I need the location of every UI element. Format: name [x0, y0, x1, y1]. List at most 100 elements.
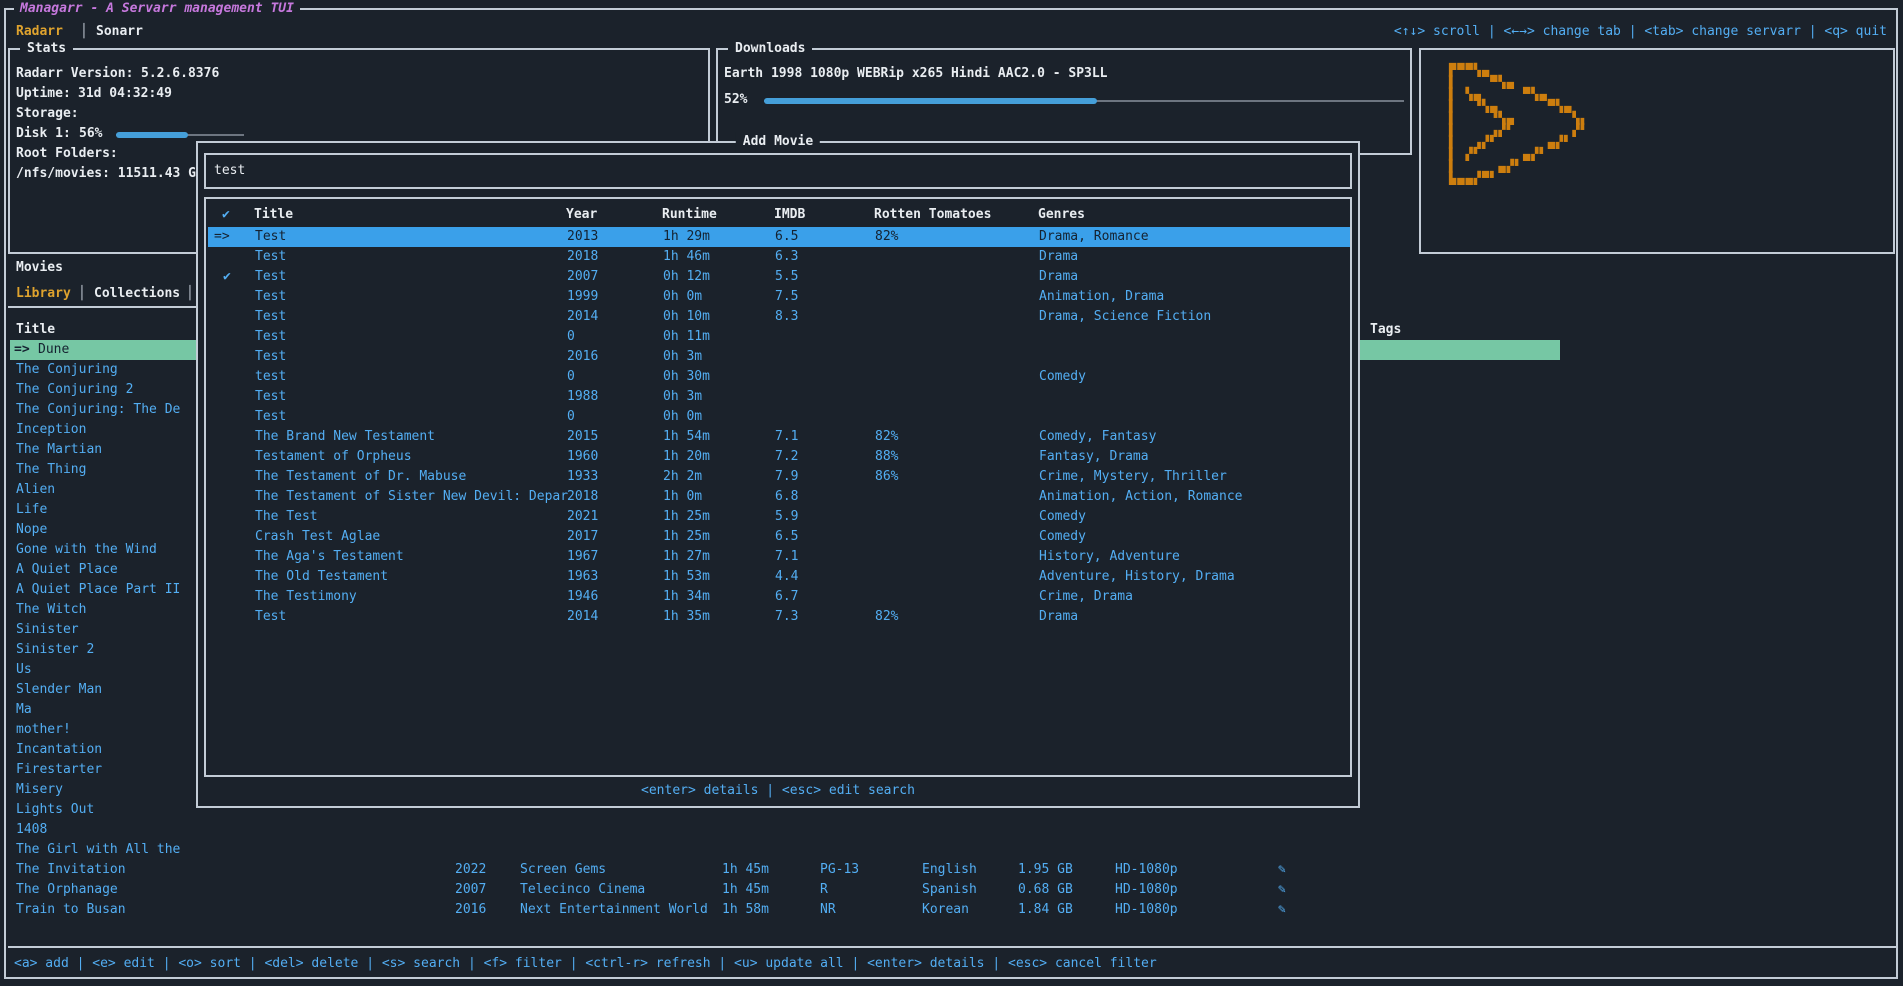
cell-imdb: 6.5 [775, 227, 798, 247]
cell-runtime: 1h 45m [722, 880, 769, 900]
result-row[interactable]: Test20181h 46m6.3Drama [208, 247, 1350, 267]
cell-rotten-tomatoes: 82% [875, 227, 898, 247]
cell-year: 2016 [567, 347, 598, 367]
result-row[interactable]: The Old Testament19631h 53m4.4Adventure,… [208, 567, 1350, 587]
result-row[interactable]: Crash Test Aglae20171h 25m6.5Comedy [208, 527, 1350, 547]
cell-genres: Fantasy, Drama [1039, 447, 1149, 467]
radarr-version-label: Radarr Version: [16, 64, 133, 84]
cell-title: Sinister [16, 620, 79, 640]
library-row[interactable]: Train to Busan2016Next Entertainment Wor… [10, 900, 1560, 920]
cell-genres: Animation, Action, Romance [1039, 487, 1243, 507]
cell-imdb: 6.3 [775, 247, 798, 267]
result-row[interactable]: ✔Test20070h 12m5.5Drama [208, 267, 1350, 287]
cell-title: Test [255, 267, 286, 287]
selection-marker: => [14, 340, 30, 360]
cell-size: 1.95 GB [1018, 860, 1073, 880]
result-row[interactable]: Test19990h 0m7.5Animation, Drama [208, 287, 1350, 307]
cell-year: 2018 [567, 487, 598, 507]
cell-certification: NR [820, 900, 836, 920]
cell-year: 2018 [567, 247, 598, 267]
column-header-tags: Tags [1370, 320, 1401, 340]
add-movie-modal-title: Add Movie [736, 132, 820, 152]
library-row[interactable]: 1408 [10, 820, 1560, 840]
cell-language: Korean [922, 900, 969, 920]
result-row[interactable]: Test20141h 35m7.382%Drama [208, 607, 1350, 627]
tab-separator: │ [186, 284, 194, 304]
tab-collections[interactable]: Collections [94, 284, 180, 304]
cell-imdb: 7.2 [775, 447, 798, 467]
selection-marker: => [214, 227, 230, 247]
cell-title: Nope [16, 520, 47, 540]
search-input-value: test [214, 161, 245, 181]
downloads-panel-title: Downloads [728, 39, 812, 59]
root-folders-label: Root Folders: [16, 144, 118, 164]
cell-genres: Drama, Romance [1039, 227, 1149, 247]
download-progress-gauge [764, 96, 1404, 105]
result-row[interactable]: Testament of Orpheus19601h 20m7.288%Fant… [208, 447, 1350, 467]
cell-runtime: 1h 53m [663, 567, 710, 587]
cell-certification: PG-13 [820, 860, 859, 880]
result-row[interactable]: test00h 30mComedy [208, 367, 1350, 387]
tab-library[interactable]: Library [16, 284, 71, 304]
tab-sonarr[interactable]: Sonarr [96, 22, 143, 42]
cell-genres: Adventure, History, Drama [1039, 567, 1235, 587]
gauge-fill [764, 98, 1097, 104]
cell-title: test [255, 367, 286, 387]
cell-year: 1933 [567, 467, 598, 487]
cell-year: 2017 [567, 527, 598, 547]
cell-title: The Invitation [16, 860, 126, 880]
cell-quality: HD-1080p [1115, 900, 1178, 920]
cell-year: 1946 [567, 587, 598, 607]
cell-title: Test [255, 607, 286, 627]
cell-runtime: 0h 0m [663, 407, 702, 427]
app-title: Managarr - A Servarr management TUI [14, 0, 300, 18]
cell-imdb: 7.1 [775, 427, 798, 447]
result-row[interactable]: The Testament of Dr. Mabuse19332h 2m7.98… [208, 467, 1350, 487]
movie-search-input[interactable]: test [204, 153, 1352, 189]
cell-runtime: 1h 29m [663, 227, 710, 247]
column-header-check: ✔ [222, 205, 230, 225]
result-row[interactable]: Test00h 11m [208, 327, 1350, 347]
movies-panel-title: Movies [16, 258, 63, 278]
column-header-year: Year [566, 205, 597, 225]
cell-year: 0 [567, 367, 575, 387]
result-row[interactable]: =>Test20131h 29m6.582%Drama, Romance [208, 227, 1350, 247]
result-row[interactable]: The Test20211h 25m5.9Comedy [208, 507, 1350, 527]
cell-year: 2007 [567, 267, 598, 287]
result-row[interactable]: The Brand New Testament20151h 54m7.182%C… [208, 427, 1350, 447]
cell-year: 2015 [567, 427, 598, 447]
cell-genres: Drama [1039, 607, 1078, 627]
result-row[interactable]: Test 0 0h 0m [208, 407, 1350, 427]
cell-title: Test [255, 247, 286, 267]
cell-title: Train to Busan [16, 900, 126, 920]
result-row[interactable]: The Testimony19461h 34m6.7Crime, Drama [208, 587, 1350, 607]
library-row[interactable]: The Orphanage2007Telecinco Cinema1h 45mR… [10, 880, 1560, 900]
cell-title: Slender Man [16, 680, 102, 700]
cell-title: Gone with the Wind [16, 540, 157, 560]
cell-imdb: 8.3 [775, 307, 798, 327]
cell-genres: Comedy [1039, 527, 1086, 547]
cell-title: Test [255, 327, 286, 347]
result-row[interactable]: Test20140h 10m8.3Drama, Science Fiction [208, 307, 1350, 327]
cell-genres: Crime, Mystery, Thriller [1039, 467, 1227, 487]
column-header-runtime: Runtime [662, 205, 717, 225]
cell-studio: Screen Gems [520, 860, 606, 880]
cell-language: Spanish [922, 880, 977, 900]
result-row[interactable]: Test19880h 3m [208, 387, 1350, 407]
search-results-rows[interactable]: =>Test20131h 29m6.582%Drama, RomanceTest… [208, 227, 1350, 631]
result-row[interactable]: The Aga's Testament19671h 27m7.1History,… [208, 547, 1350, 567]
cell-imdb: 7.3 [775, 607, 798, 627]
result-row[interactable]: Test20160h 3m [208, 347, 1350, 367]
cell-title: Test [255, 407, 286, 427]
library-row[interactable]: The Girl with All the [10, 840, 1560, 860]
result-row[interactable]: The Testament of Sister New Devil: Depar… [208, 487, 1350, 507]
cell-imdb: 6.7 [775, 587, 798, 607]
library-row[interactable]: The Invitation2022Screen Gems1h 45mPG-13… [10, 860, 1560, 880]
cell-title: Incantation [16, 740, 102, 760]
cell-title: 1408 [16, 820, 47, 840]
column-header-genres: Genres [1038, 205, 1085, 225]
download-percent: 52% [724, 90, 747, 110]
cell-year: 0 [567, 407, 575, 427]
disk-usage-gauge [116, 130, 244, 139]
cell-runtime: 1h 54m [663, 427, 710, 447]
